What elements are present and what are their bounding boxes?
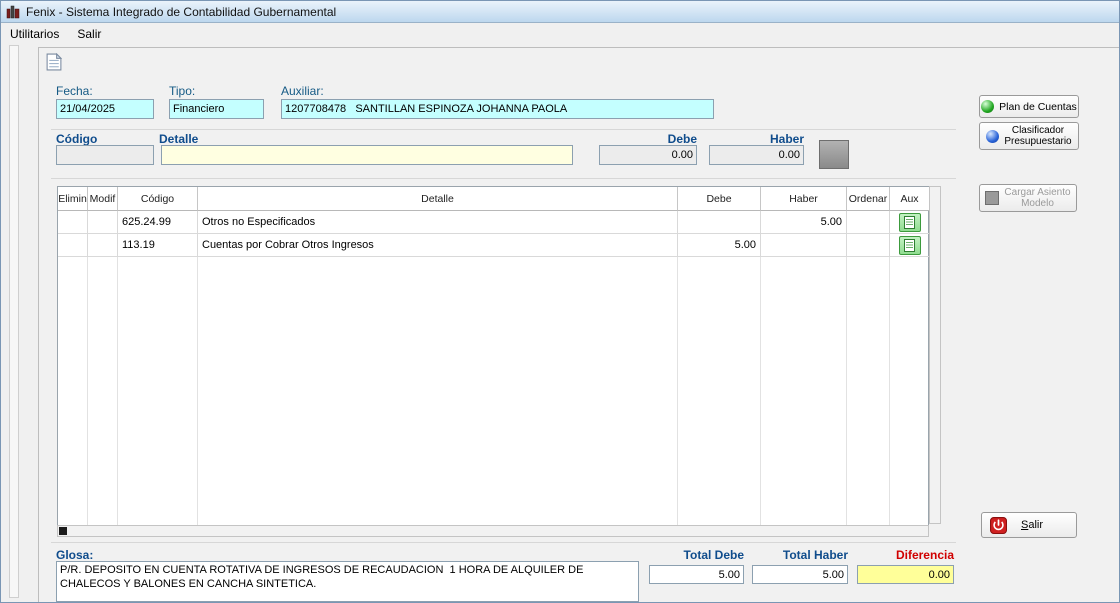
table-row[interactable]: 625.24.99 Otros no Especificados 5.00: [58, 211, 928, 234]
diferencia-label: Diferencia: [857, 548, 954, 562]
haber-cell: 5.00: [761, 211, 847, 234]
grid-vertical-scrollbar[interactable]: [929, 186, 941, 524]
menu-utilitarios[interactable]: Utilitarios: [1, 25, 68, 43]
green-sphere-icon: [981, 100, 994, 113]
separator: [51, 129, 956, 130]
modif-cell[interactable]: [88, 211, 118, 234]
cargar-label-line2: Modelo: [1004, 198, 1070, 209]
haber-cell: [761, 234, 847, 257]
aux-cell: [890, 234, 930, 257]
title-bar: Fenix - Sistema Integrado de Contabilida…: [1, 1, 1119, 23]
aux-button[interactable]: [899, 213, 921, 232]
codigo-input[interactable]: [56, 145, 154, 165]
cargar-asiento-modelo-button[interactable]: Cargar Asiento Modelo: [979, 184, 1077, 212]
ordenar-cell[interactable]: [847, 234, 890, 257]
diferencia-input[interactable]: [857, 565, 954, 584]
debe-input[interactable]: [599, 145, 697, 165]
total-haber-input[interactable]: [752, 565, 848, 584]
app-window: Fenix - Sistema Integrado de Contabilida…: [0, 0, 1120, 603]
separator: [51, 542, 956, 543]
scrollbar-thumb[interactable]: [59, 527, 67, 535]
plan-de-cuentas-label: Plan de Cuentas: [999, 101, 1077, 113]
grid-empty-area: [58, 257, 928, 525]
salir-button-label: Salir: [1021, 519, 1043, 531]
col-header-debe: Debe: [678, 187, 761, 211]
plan-de-cuentas-button[interactable]: Plan de Cuentas: [979, 95, 1079, 118]
detalle-label: Detalle: [159, 132, 198, 146]
clasificador-label-line1: Clasificador: [1004, 125, 1071, 136]
codigo-cell: 625.24.99: [118, 211, 198, 234]
auxiliar-input[interactable]: [281, 99, 714, 119]
glosa-label: Glosa:: [56, 548, 93, 562]
tipo-input[interactable]: [169, 99, 264, 119]
elimin-cell[interactable]: [58, 211, 88, 234]
total-debe-label: Total Debe: [649, 548, 744, 562]
aux-cell: [890, 211, 930, 234]
col-header-haber: Haber: [761, 187, 847, 211]
col-header-modif: Modif: [88, 187, 118, 211]
total-debe-input[interactable]: [649, 565, 744, 584]
detalle-cell: Otros no Especificados: [198, 211, 678, 234]
aux-button[interactable]: [899, 236, 921, 255]
menu-salir[interactable]: Salir: [68, 25, 110, 43]
codigo-label: Código: [56, 132, 97, 146]
left-scrollbar[interactable]: [9, 45, 19, 598]
auxiliar-label: Auxiliar:: [281, 84, 324, 98]
separator: [51, 178, 956, 179]
clasificador-presupuestario-button[interactable]: Clasificador Presupuestario: [979, 122, 1079, 150]
power-icon: [990, 517, 1007, 534]
cargar-label-line1: Cargar Asiento: [1004, 187, 1070, 198]
debe-label: Debe: [599, 132, 697, 146]
fecha-input[interactable]: [56, 99, 154, 119]
col-header-elimin: Elimin: [58, 187, 88, 211]
app-icon: [6, 5, 20, 19]
detalle-input[interactable]: [161, 145, 573, 165]
total-haber-label: Total Haber: [752, 548, 848, 562]
grid-horizontal-scrollbar[interactable]: [57, 525, 929, 537]
table-row[interactable]: 113.19 Cuentas por Cobrar Otros Ingresos…: [58, 234, 928, 257]
salir-button[interactable]: Salir: [981, 512, 1077, 538]
col-header-aux: Aux: [890, 187, 930, 211]
haber-label: Haber: [709, 132, 804, 146]
col-header-detalle: Detalle: [198, 187, 678, 211]
window-title: Fenix - Sistema Integrado de Contabilida…: [26, 5, 336, 19]
elimin-cell[interactable]: [58, 234, 88, 257]
debe-cell: [678, 211, 761, 234]
col-header-codigo: Código: [118, 187, 198, 211]
gray-square-button[interactable]: [819, 140, 849, 169]
tipo-label: Tipo:: [169, 84, 195, 98]
ordenar-cell[interactable]: [847, 211, 890, 234]
detalle-cell: Cuentas por Cobrar Otros Ingresos: [198, 234, 678, 257]
codigo-cell: 113.19: [118, 234, 198, 257]
glosa-textarea[interactable]: P/R. DEPOSITO EN CUENTA ROTATIVA DE INGR…: [56, 561, 639, 602]
fecha-label: Fecha:: [56, 84, 93, 98]
menu-bar: Utilitarios Salir: [1, 24, 1119, 44]
entries-grid: Elimin Modif Código Detalle Debe Haber O…: [57, 186, 929, 526]
model-icon: [985, 191, 999, 205]
debe-cell: 5.00: [678, 234, 761, 257]
modif-cell[interactable]: [88, 234, 118, 257]
clasificador-label-line2: Presupuestario: [1004, 136, 1071, 147]
new-document-icon[interactable]: [46, 53, 62, 76]
grid-header-row: Elimin Modif Código Detalle Debe Haber O…: [58, 187, 928, 211]
haber-input[interactable]: [709, 145, 804, 165]
col-header-ordenar: Ordenar: [847, 187, 890, 211]
blue-sphere-icon: [986, 130, 999, 143]
